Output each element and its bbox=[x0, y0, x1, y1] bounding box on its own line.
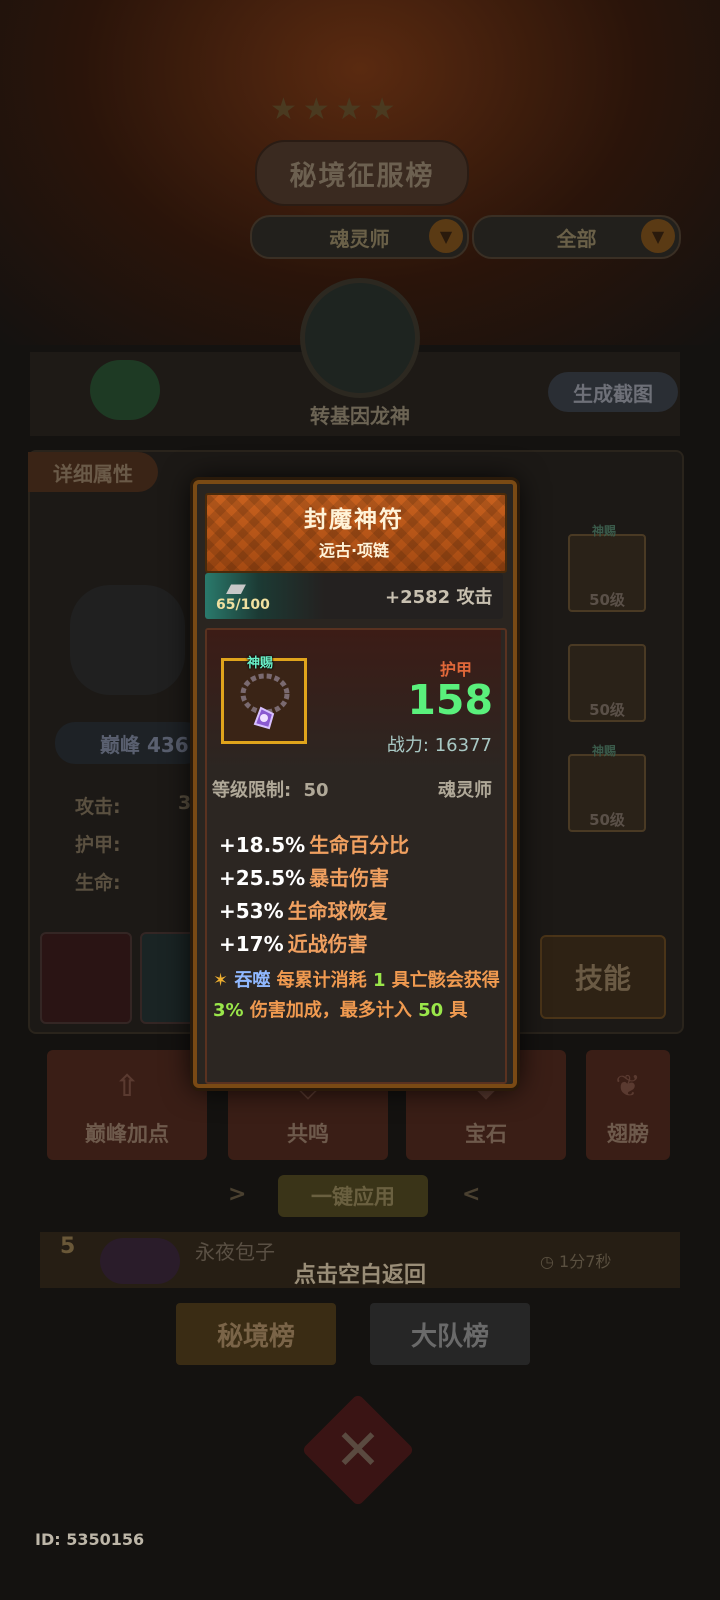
attribute-value: +25.5% bbox=[219, 866, 306, 890]
level-req-value: 50 bbox=[303, 780, 329, 801]
arrow-right-icon: < bbox=[462, 1182, 481, 1207]
attribute-row: +25.5% 暴击伤害 bbox=[219, 862, 389, 891]
rank-stars-icon: ★★★★ bbox=[270, 92, 402, 127]
item-class: 魂灵师 bbox=[438, 780, 492, 801]
forge-progress: 65/100 bbox=[216, 597, 270, 613]
arrow-left-icon: > bbox=[228, 1182, 247, 1207]
attack-stat-label: 攻击: bbox=[75, 796, 121, 818]
effect-text-3: 伤害加成，最多计入 bbox=[249, 1000, 412, 1021]
power-value: 16377 bbox=[434, 735, 492, 756]
effect-text-2: 具亡骸会获得 bbox=[391, 970, 500, 991]
level-req-label: 等级限制: bbox=[212, 780, 292, 801]
equipment-slot[interactable]: 神赐 50级 bbox=[568, 524, 646, 612]
avatar[interactable] bbox=[300, 278, 420, 398]
pet-icon bbox=[90, 360, 160, 420]
special-effect: ✶ 吞噬 每累计消耗 1 具亡骸会获得 3% 伤害加成，最多计入 50 具 bbox=[213, 966, 503, 1026]
armor-stat-label: 护甲: bbox=[75, 834, 121, 856]
generate-screenshot-button[interactable]: 生成截图 bbox=[548, 372, 678, 412]
attribute-name: 暴击伤害 bbox=[309, 866, 390, 890]
resonance-label: 共鸣 bbox=[287, 1122, 329, 1146]
one-click-apply-button[interactable]: 一键应用 bbox=[278, 1175, 428, 1217]
effect-number-2: 3% bbox=[213, 1000, 244, 1021]
effect-text-1: 每累计消耗 bbox=[276, 970, 367, 991]
slot-tag: 神赐 bbox=[592, 744, 617, 758]
player-name: 转基因龙神 bbox=[310, 404, 410, 428]
peak-points-label: 巅峰加点 bbox=[85, 1122, 169, 1146]
class-filter-dropdown[interactable]: 魂灵师 ▼ bbox=[250, 215, 469, 259]
user-id: ID: 5350156 bbox=[35, 1530, 145, 1549]
armor-value: 158 bbox=[407, 676, 493, 724]
attribute-name: 生命百分比 bbox=[309, 833, 410, 857]
gem-label: 宝石 bbox=[465, 1122, 507, 1146]
tap-blank-hint: 点击空白返回 bbox=[293, 1263, 426, 1288]
slot-level: 50级 bbox=[589, 811, 625, 829]
effect-number-3: 50 bbox=[418, 1000, 444, 1021]
star-icon: ✶ bbox=[213, 970, 229, 991]
item-name: 封魔神符 bbox=[304, 507, 404, 533]
wing-icon: ❦ bbox=[615, 1069, 641, 1104]
item-type: 远古·项链 bbox=[318, 541, 390, 560]
attribute-row: +18.5% 生命百分比 bbox=[219, 829, 409, 858]
divine-tag: 神赐 bbox=[247, 656, 274, 671]
character-portrait bbox=[70, 585, 185, 695]
skill-button[interactable]: 技能 bbox=[540, 935, 666, 1019]
attribute-value: +18.5% bbox=[219, 833, 306, 857]
equipment-slot[interactable]: 神赐 50级 bbox=[568, 744, 646, 832]
tab-team[interactable]: 大队榜 bbox=[370, 1303, 530, 1365]
attribute-value: +53% bbox=[219, 899, 284, 923]
rank-number: 5 bbox=[60, 1234, 76, 1259]
arrow-up-icon: ⇧ bbox=[114, 1069, 140, 1104]
wings-button[interactable]: ❦ 翅膀 bbox=[586, 1050, 670, 1160]
slot-tag: 神赐 bbox=[592, 524, 617, 538]
leaderboard-title: 秘境征服榜 bbox=[255, 140, 469, 206]
level-requirement: 等级限制: 50 bbox=[212, 776, 329, 802]
scope-filter-label: 全部 bbox=[556, 226, 597, 251]
effect-number-1: 1 bbox=[372, 970, 386, 991]
chevron-down-icon: ▼ bbox=[641, 219, 675, 253]
necklace-icon bbox=[240, 673, 290, 730]
effect-text-4: 具 bbox=[449, 1000, 468, 1021]
attribute-name: 生命球恢复 bbox=[287, 899, 388, 923]
detail-attributes-tab[interactable]: 详细属性 bbox=[28, 452, 158, 492]
wings-label: 翅膀 bbox=[607, 1122, 649, 1146]
forge-bonus: +2582 攻击 bbox=[385, 587, 493, 608]
life-stat-label: 生命: bbox=[75, 872, 121, 894]
attribute-row: +53% 生命球恢复 bbox=[219, 895, 388, 924]
power-label: 战力: bbox=[386, 735, 429, 756]
scope-filter-dropdown[interactable]: 全部 ▼ bbox=[472, 215, 681, 259]
crossed-swords-icon: ✕ bbox=[334, 1417, 382, 1483]
attribute-value: +17% bbox=[219, 932, 284, 956]
slot-level: 50级 bbox=[589, 701, 625, 719]
class-filter-label: 魂灵师 bbox=[329, 226, 390, 251]
effect-keyword: 吞噬 bbox=[234, 970, 271, 991]
attack-stat-value: 3 bbox=[178, 792, 192, 814]
chevron-down-icon: ▼ bbox=[429, 219, 463, 253]
equipment-slot[interactable]: 50级 bbox=[568, 644, 646, 722]
peak-level-badge: 巅峰 436 bbox=[55, 722, 205, 764]
power-row: 战力: 16377 bbox=[320, 731, 492, 757]
slot-level: 50级 bbox=[589, 591, 625, 609]
peak-points-button[interactable]: ⇧ 巅峰加点 bbox=[47, 1050, 207, 1160]
attribute-name: 近战伤害 bbox=[287, 932, 368, 956]
skill-orb-icon[interactable] bbox=[40, 932, 132, 1024]
attribute-row: +17% 近战伤害 bbox=[219, 928, 368, 957]
tab-secret-realm[interactable]: 秘境榜 bbox=[176, 1303, 336, 1365]
